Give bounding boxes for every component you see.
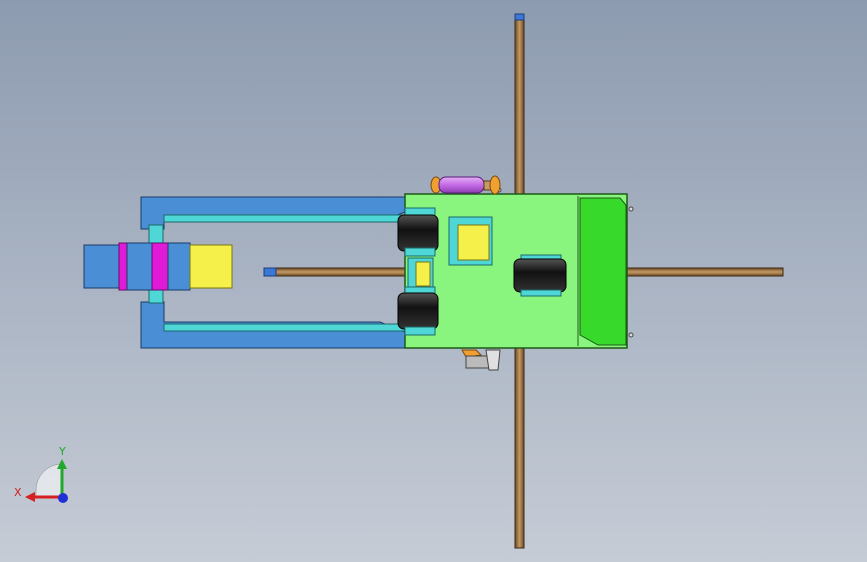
triad-y-label: Y: [58, 445, 66, 458]
bottom-bracket: [461, 349, 501, 371]
coordinate-triad: Y X: [14, 445, 68, 503]
rear-wheel: [513, 254, 567, 297]
front-upper-wheel: [397, 207, 439, 257]
front-lower-wheel: [397, 286, 439, 336]
cad-graphics-area[interactable]: Y X: [0, 0, 867, 562]
pneumatic-cylinder: [430, 175, 501, 195]
model-view[interactable]: Y X: [0, 0, 867, 562]
triad-z-axis: [58, 493, 68, 503]
gripper-head: [83, 242, 233, 291]
triad-x-label: X: [14, 486, 22, 499]
